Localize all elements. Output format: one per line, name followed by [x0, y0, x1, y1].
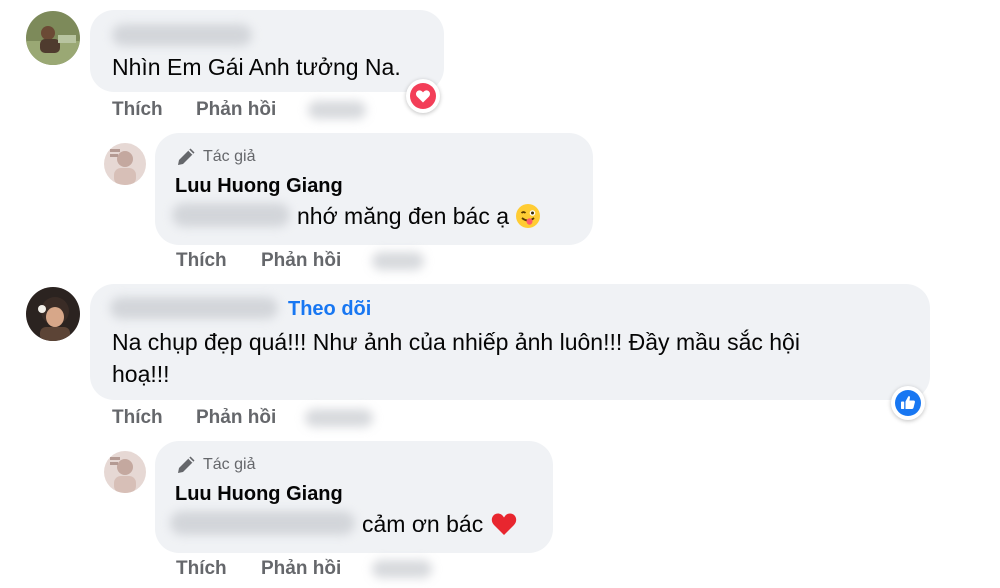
blurred-commenter-name: [112, 24, 252, 46]
reply-text-row: cảm ơn bác: [362, 507, 518, 541]
like-action[interactable]: Thích: [176, 250, 227, 272]
reply-action[interactable]: Phản hồi: [196, 99, 276, 121]
author-avatar[interactable]: [104, 451, 146, 493]
reply-text: cảm ơn bác: [362, 511, 484, 537]
reply-action[interactable]: Phản hồi: [261, 250, 341, 272]
pen-icon: [178, 148, 195, 165]
winking-tongue-emoji-icon: [515, 203, 541, 229]
commenter-avatar[interactable]: [26, 11, 80, 65]
author-avatar[interactable]: [104, 143, 146, 185]
like-action[interactable]: Thích: [176, 558, 227, 580]
comment-text-line1: Na chụp đẹp quá!!! Như ảnh của nhiếp ảnh…: [112, 329, 800, 355]
red-heart-emoji-icon: [490, 511, 518, 537]
blurred-timestamp: [308, 101, 366, 119]
like-action[interactable]: Thích: [112, 407, 163, 429]
reply-action[interactable]: Phản hồi: [196, 407, 276, 429]
blurred-mention: [170, 511, 355, 535]
comment-text: Nhìn Em Gái Anh tưởng Na.: [112, 54, 401, 80]
commenter-avatar[interactable]: [26, 287, 80, 341]
like-action[interactable]: Thích: [112, 99, 163, 121]
blurred-mention: [172, 203, 290, 227]
reply-action[interactable]: Phản hồi: [261, 558, 341, 580]
like-reaction-icon[interactable]: [891, 386, 925, 420]
blurred-commenter-name: [110, 297, 278, 319]
reply-author-name[interactable]: Luu Huong Giang: [175, 483, 343, 506]
author-badge-label: Tác giả: [203, 456, 256, 473]
blurred-timestamp: [305, 409, 373, 427]
reply-text-row: nhớ măng đen bác ạ: [297, 199, 541, 233]
heart-reaction-icon[interactable]: [406, 79, 440, 113]
reply-text: nhớ măng đen bác ạ: [297, 203, 510, 229]
follow-link[interactable]: Theo dõi: [288, 298, 371, 321]
author-badge: Tác giả: [175, 146, 255, 168]
reply-author-name[interactable]: Luu Huong Giang: [175, 175, 343, 198]
blurred-timestamp: [372, 560, 432, 578]
comment-text-line2: hoạ!!!: [112, 361, 170, 387]
author-badge-label: Tác giả: [203, 148, 256, 165]
pen-icon: [178, 456, 195, 473]
blurred-timestamp: [372, 252, 424, 270]
author-badge: Tác giả: [175, 454, 255, 476]
